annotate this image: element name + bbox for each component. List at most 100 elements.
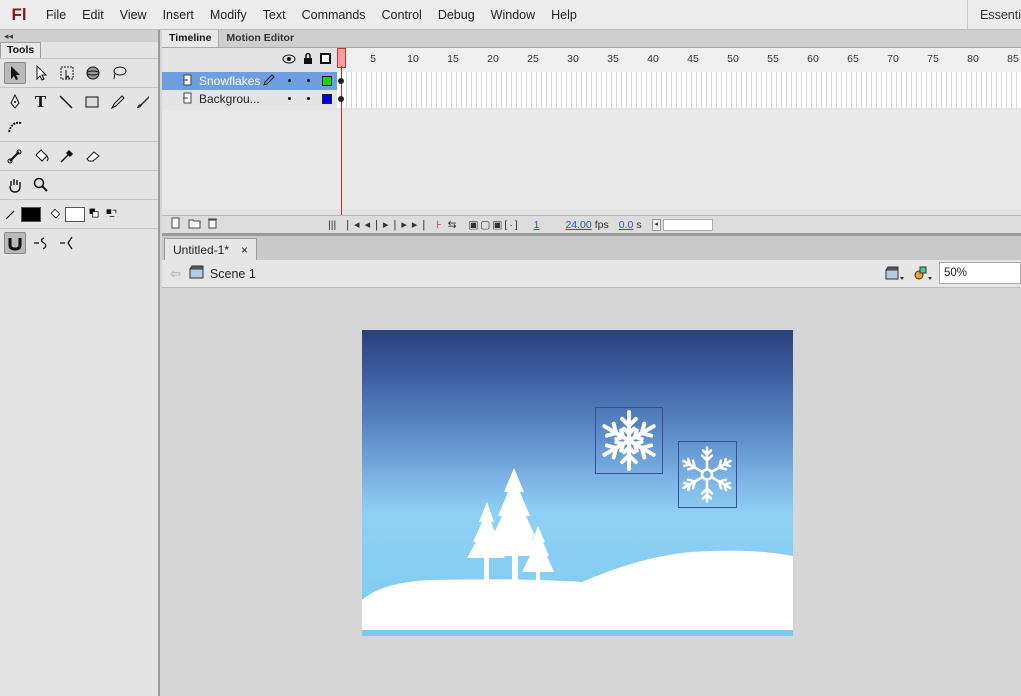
visibility-dot[interactable] [288,97,291,100]
pen-tool-icon[interactable] [4,91,26,113]
frame-number: 5 [370,53,376,65]
frame-number: 60 [807,53,819,65]
resize-grip-icon[interactable]: ||| [328,219,336,231]
tab-timeline[interactable]: Timeline [162,30,220,47]
3d-rotation-tool-icon[interactable] [82,62,104,84]
bone-tool-icon[interactable] [4,145,26,167]
menu-control[interactable]: Control [374,0,430,30]
timeline-scrollbar[interactable] [662,218,713,231]
layer-row-snowflakes[interactable]: Snowflakes [162,72,337,90]
new-layer-icon[interactable] [170,217,182,232]
frame-number: 50 [727,53,739,65]
center-frame-icon[interactable]: ⊦ [436,219,441,231]
lock-dot[interactable] [307,79,310,82]
snowflake-instance-1[interactable] [595,407,663,474]
frame-number: 65 [847,53,859,65]
snowflake-instance-2[interactable] [678,441,737,508]
app-logo: Fl [11,4,27,24]
back-arrow-icon[interactable]: ⇦ [170,266,181,282]
menu-help[interactable]: Help [543,0,585,30]
elapsed-time[interactable]: 0.0 [619,219,634,231]
tab-motion-editor[interactable]: Motion Editor [219,30,301,47]
loop-icon[interactable]: ⇆ [448,219,457,231]
menu-text[interactable]: Text [255,0,294,30]
tools-title: Tools [0,42,42,58]
selection-tool-icon[interactable] [4,62,26,84]
menu-commands[interactable]: Commands [294,0,374,30]
workspace-switcher[interactable]: Essentials [967,0,1021,30]
edit-scene-icon[interactable] [885,265,905,284]
frame-ruler[interactable]: 1510152025303540455055606570758085 [337,48,1021,72]
tools-tab: Tools [0,42,158,58]
zoom-input[interactable]: 50% [939,262,1021,284]
onion-skin-icons[interactable]: ▣▢▣[·] [469,219,520,231]
snowflake-icon [679,446,735,503]
snap-to-objects-icon[interactable] [4,232,26,254]
keyframe-dot [338,78,344,84]
keyframe-dot [338,96,344,102]
eraser-tool-icon[interactable] [82,145,104,167]
deco-tool-icon[interactable] [4,116,26,138]
black-white-icon[interactable] [88,203,102,225]
visibility-dot[interactable] [288,79,291,82]
brush-tool-icon[interactable] [132,91,154,113]
lock-layers-icon[interactable] [302,52,314,68]
menu-modify[interactable]: Modify [202,0,255,30]
subselection-tool-icon[interactable] [30,62,52,84]
text-tool-icon[interactable]: T [30,91,52,113]
paint-bucket-tool-icon[interactable] [30,145,52,167]
lock-dot[interactable] [307,97,310,100]
scroll-left-button[interactable]: ◂ [651,218,661,231]
hand-tool-icon[interactable] [4,174,26,196]
smooth-icon[interactable] [30,232,52,254]
swap-colors-icon[interactable] [105,203,119,225]
zoom-tool-icon[interactable] [30,174,52,196]
frames-snowflakes[interactable] [337,72,1021,90]
layer-row-background[interactable]: Backgrou... [162,90,337,108]
lasso-tool-icon[interactable] [108,62,130,84]
menu-insert[interactable]: Insert [155,0,202,30]
menu-view[interactable]: View [112,0,155,30]
snowflake-icon [598,409,660,472]
frame-number: 25 [527,53,539,65]
new-folder-icon[interactable] [188,218,201,232]
frame-number: 85 [1007,53,1019,65]
line-tool-icon[interactable] [55,91,77,113]
current-frame[interactable]: 1 [534,219,540,231]
frame-number: 15 [447,53,459,65]
layer-name[interactable]: Snowflakes [199,74,261,88]
delete-layer-icon[interactable] [207,217,218,232]
stage[interactable] [362,330,793,636]
edit-symbols-icon[interactable] [913,265,933,284]
show-hide-layers-icon[interactable] [282,53,296,68]
fill-color-swatch[interactable] [65,206,85,222]
menu-edit[interactable]: Edit [74,0,112,30]
pencil-tool-icon[interactable] [107,91,129,113]
rectangle-tool-icon[interactable] [81,91,103,113]
layer-color-swatch[interactable] [322,94,332,104]
document-title[interactable]: Untitled-1* [173,243,229,257]
layer-color-swatch[interactable] [322,76,332,86]
frame-rate[interactable]: 24.00 [565,219,591,231]
document-tab[interactable]: Untitled-1* × [164,238,258,260]
tool-row-paint [0,141,158,170]
stroke-color-swatch[interactable] [21,206,41,222]
outline-layers-icon[interactable] [320,53,331,64]
playhead-handle[interactable] [337,48,346,68]
tool-row-decoration [0,116,158,141]
free-transform-tool-icon[interactable] [56,62,78,84]
frames-background[interactable] [337,90,1021,108]
playback-controls[interactable]: |◂◂|▸|▸▸| [346,218,430,231]
menu-file[interactable]: File [38,0,74,30]
fps-unit: fps [594,218,609,231]
menu-window[interactable]: Window [483,0,543,30]
layer-name[interactable]: Backgrou... [199,92,261,106]
close-tab-icon[interactable]: × [241,243,248,257]
scene-name: Scene 1 [209,266,256,281]
menu-debug[interactable]: Debug [430,0,483,30]
fill-color-icon [48,203,62,225]
eyedropper-tool-icon[interactable] [56,145,78,167]
tool-row-selection [0,58,158,87]
collapse-icon[interactable]: ◂◂ [0,30,158,42]
straighten-icon[interactable] [56,232,78,254]
